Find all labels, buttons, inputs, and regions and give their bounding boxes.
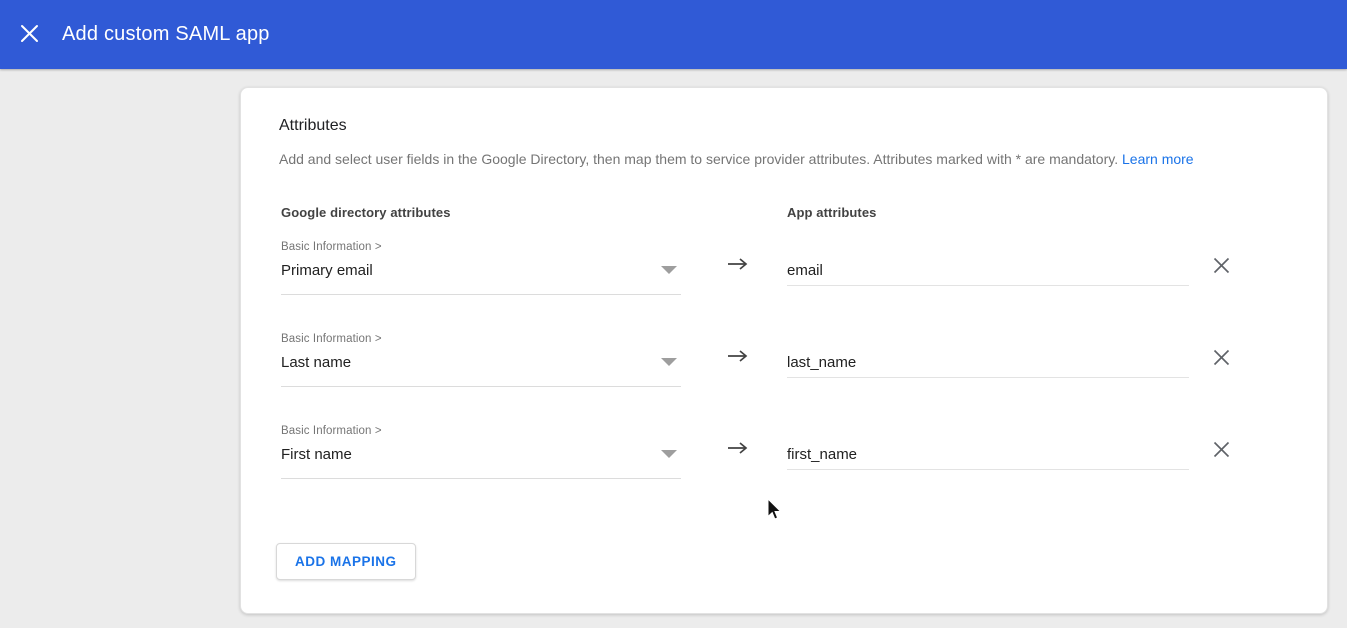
app-attribute-input[interactable] <box>787 446 1189 463</box>
app-attribute-input[interactable] <box>787 354 1189 371</box>
arrow-right-icon <box>727 256 749 272</box>
section-title: Attributes <box>279 117 347 135</box>
remove-mapping-button[interactable] <box>1206 252 1236 282</box>
column-header-google-directory: Google directory attributes <box>281 205 451 220</box>
close-icon <box>20 24 39 46</box>
mapping-row: Basic Information > Last name <box>241 327 1327 419</box>
add-mapping-button[interactable]: ADD MAPPING <box>276 543 416 580</box>
directory-attribute-select[interactable]: Basic Information > First name <box>281 423 681 479</box>
arrow-right-icon <box>727 440 749 456</box>
section-description: Add and select user fields in the Google… <box>279 151 1194 167</box>
app-attribute-input[interactable] <box>787 262 1189 279</box>
description-text: Add and select user fields in the Google… <box>279 151 1118 167</box>
app-attribute-field-wrap <box>787 419 1189 470</box>
directory-attribute-select[interactable]: Basic Information > Primary email <box>281 239 681 295</box>
mapping-rows: Basic Information > Primary email <box>241 235 1327 511</box>
dialog-title: Add custom SAML app <box>62 23 270 46</box>
chevron-down-icon <box>661 358 677 366</box>
attributes-card: Attributes Add and select user fields in… <box>240 87 1328 614</box>
app-attribute-field-wrap <box>787 327 1189 378</box>
directory-attribute-value: Primary email <box>281 262 373 279</box>
directory-attribute-select[interactable]: Basic Information > Last name <box>281 331 681 387</box>
attribute-category-label: Basic Information > <box>281 333 382 345</box>
remove-mapping-button[interactable] <box>1206 344 1236 374</box>
chevron-down-icon <box>661 450 677 458</box>
arrow-right-icon <box>727 348 749 364</box>
delete-x-icon <box>1213 441 1230 461</box>
chevron-down-icon <box>661 266 677 274</box>
delete-x-icon <box>1213 257 1230 277</box>
close-dialog-button[interactable] <box>9 15 49 55</box>
attribute-category-label: Basic Information > <box>281 241 382 253</box>
directory-attribute-value: First name <box>281 446 352 463</box>
delete-x-icon <box>1213 349 1230 369</box>
attribute-category-label: Basic Information > <box>281 425 382 437</box>
learn-more-link[interactable]: Learn more <box>1122 151 1194 167</box>
column-header-app-attributes: App attributes <box>787 205 877 220</box>
app-attribute-field-wrap <box>787 235 1189 286</box>
mapping-row: Basic Information > Primary email <box>241 235 1327 327</box>
mapping-row: Basic Information > First name <box>241 419 1327 511</box>
directory-attribute-value: Last name <box>281 354 351 371</box>
remove-mapping-button[interactable] <box>1206 436 1236 466</box>
dialog-header: Add custom SAML app <box>0 0 1347 69</box>
